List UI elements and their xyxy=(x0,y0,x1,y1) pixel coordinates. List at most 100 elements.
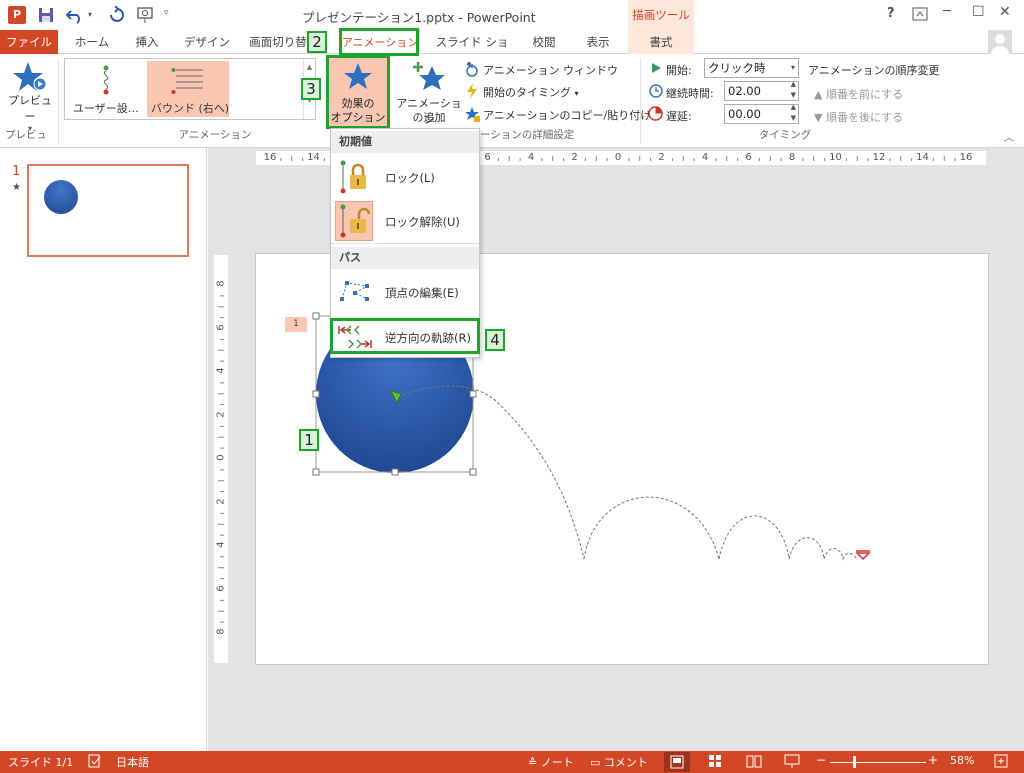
tab-insert[interactable]: 挿入 xyxy=(124,30,170,54)
menu-item-unlock[interactable]: ロック解除(U) xyxy=(333,201,479,241)
status-bar: スライド 1/1 日本語 ≙ ノート ▭ コメント − + 58% xyxy=(0,751,1024,773)
gallery-item-bounce[interactable]: バウンド (右へ) xyxy=(147,61,229,117)
ribbon-display-options-icon[interactable] xyxy=(912,7,928,21)
tab-review[interactable]: 校閲 xyxy=(524,30,564,54)
start-label: 開始: xyxy=(666,64,692,77)
hruler-label: 4 xyxy=(701,152,709,163)
vruler-label: 6 xyxy=(215,584,227,592)
delay-input[interactable]: 00.00 ▲ ▼ xyxy=(724,102,799,124)
advanced-animation-group-label: ーションの詳細設定 xyxy=(480,129,575,141)
customize-qat-icon[interactable]: ▿ xyxy=(164,8,169,18)
preview-label: プレビュー xyxy=(8,94,52,123)
undo-icon[interactable] xyxy=(66,6,86,24)
start-select-value: クリック時 xyxy=(708,61,766,75)
hruler-label: 14 xyxy=(307,152,320,163)
start-select[interactable]: クリック時 ▾ xyxy=(704,58,799,78)
menu-item-unlock-label: ロック解除(U) xyxy=(385,215,460,229)
hruler-label: 14 xyxy=(916,152,929,163)
minimize-button[interactable]: ─ xyxy=(943,4,951,19)
add-animation-line2: の追加 xyxy=(412,111,446,124)
slide-thumbnail-pane: 1 ★ xyxy=(0,148,207,751)
custom-path-icon xyxy=(103,65,109,95)
undo-dropdown-icon[interactable]: ▾ xyxy=(88,10,92,19)
tab-design[interactable]: デザイン xyxy=(178,30,236,54)
zoom-in-button[interactable]: + xyxy=(928,753,938,767)
zoom-out-button[interactable]: − xyxy=(816,753,826,767)
move-earlier-button[interactable]: ▲ 順番を前にする xyxy=(814,86,903,102)
slide-thumbnail[interactable] xyxy=(27,164,189,257)
duration-label: 継続時間: xyxy=(666,87,714,100)
tab-file[interactable]: ファイル xyxy=(0,30,58,54)
tab-view[interactable]: 表示 xyxy=(578,30,618,54)
delay-label: 遅延: xyxy=(666,110,692,123)
tab-format[interactable]: 書式 xyxy=(628,30,694,54)
add-animation-button[interactable]: アニメーション の追加 xyxy=(394,58,464,126)
path-end-icon[interactable] xyxy=(855,552,871,561)
slide-sorter-icon[interactable] xyxy=(708,754,722,768)
comments-button[interactable]: ▭ コメント xyxy=(590,754,648,770)
menu-item-edit-points[interactable]: 頂点の編集(E) xyxy=(333,273,479,311)
normal-view-button[interactable] xyxy=(664,752,690,772)
gallery-item-custom[interactable]: ユーザー設… xyxy=(67,61,145,117)
hruler-label: 2 xyxy=(571,152,578,163)
notes-button[interactable]: ≙ ノート xyxy=(528,754,574,770)
zoom-slider-thumb[interactable] xyxy=(853,756,856,768)
duration-spinner[interactable]: ▲ ▼ xyxy=(791,79,796,101)
hruler-label: 16 xyxy=(263,152,277,163)
hruler-label: 10 xyxy=(829,152,842,163)
spellcheck-icon[interactable] xyxy=(88,754,102,768)
slide-indicator: スライド 1/1 xyxy=(8,756,74,769)
slideshow-from-start-icon[interactable] xyxy=(136,6,156,24)
delay-icon xyxy=(648,106,663,121)
edit-points-icon xyxy=(340,281,369,301)
language-indicator[interactable]: 日本語 xyxy=(116,754,149,770)
fit-to-window-icon[interactable] xyxy=(994,754,1008,768)
motion-path-arc4[interactable] xyxy=(788,537,825,560)
gallery-item-bounce-label: バウンド (右へ) xyxy=(151,102,230,115)
reading-view-icon[interactable] xyxy=(746,754,762,768)
trigger-label: 開始のタイミング ▾ xyxy=(483,86,579,99)
maximize-button[interactable]: ☐ xyxy=(972,4,985,20)
chevron-down-icon: ▾ xyxy=(790,63,795,72)
reorder-title: アニメーションの順序変更 xyxy=(808,64,940,77)
save-icon[interactable] xyxy=(38,7,54,23)
motion-path-arc3[interactable] xyxy=(718,515,790,560)
zoom-slider[interactable] xyxy=(830,762,926,763)
repeat-icon[interactable] xyxy=(108,6,126,24)
motion-path-arc5[interactable] xyxy=(823,548,857,561)
tab-home[interactable]: ホーム xyxy=(66,30,118,54)
animation-order-tag[interactable]: 1 xyxy=(285,317,307,332)
move-later-button[interactable]: ▼ 順番を後にする xyxy=(814,109,903,125)
close-button[interactable]: ✕ xyxy=(999,4,1011,20)
powerpoint-logo-icon: P xyxy=(8,6,26,24)
vruler-label: 4 xyxy=(215,541,227,548)
duration-value: 02.00 xyxy=(728,84,761,98)
user-avatar[interactable] xyxy=(988,30,1012,54)
vruler-label: 8 xyxy=(215,280,227,287)
start-play-icon xyxy=(650,62,662,74)
bounce-lines-icon xyxy=(171,68,203,94)
slide-number: 1 xyxy=(12,164,21,179)
tab-transitions[interactable]: 画面切り替 xyxy=(246,30,310,54)
delay-value: 00.00 xyxy=(728,107,761,121)
menu-item-lock-label: ロック(L) xyxy=(385,171,435,185)
tab-slideshow[interactable]: スライド ショー xyxy=(432,30,512,73)
vertical-ruler: 8 6 4 2 0 2 4 6 8 xyxy=(214,255,228,663)
gallery-item-custom-label: ユーザー設… xyxy=(73,102,139,115)
preview-button[interactable]: プレビュー ▾ xyxy=(6,58,54,133)
motion-path-arc2[interactable] xyxy=(583,496,720,560)
duration-input[interactable]: 02.00 ▲ ▼ xyxy=(724,79,799,101)
hruler-label: 6 xyxy=(484,152,491,163)
lock-icon xyxy=(340,160,366,194)
animation-painter-icon xyxy=(465,107,480,122)
slideshow-icon[interactable] xyxy=(784,754,800,768)
ribbon-tabs: ファイル ホーム 挿入 デザイン 画面切り替 アニメーション スライド ショー … xyxy=(0,30,1024,73)
add-animation-icon xyxy=(413,62,445,90)
contextual-group-label: 描画ツール xyxy=(632,8,690,22)
callout-box-3 xyxy=(326,55,390,129)
help-button[interactable]: ? xyxy=(887,6,895,21)
collapse-ribbon-icon[interactable]: ︿ xyxy=(1004,129,1014,144)
delay-spinner[interactable]: ▲ ▼ xyxy=(791,102,796,124)
menu-item-lock[interactable]: ロック(L) xyxy=(333,157,479,197)
zoom-level[interactable]: 58% xyxy=(950,754,974,767)
